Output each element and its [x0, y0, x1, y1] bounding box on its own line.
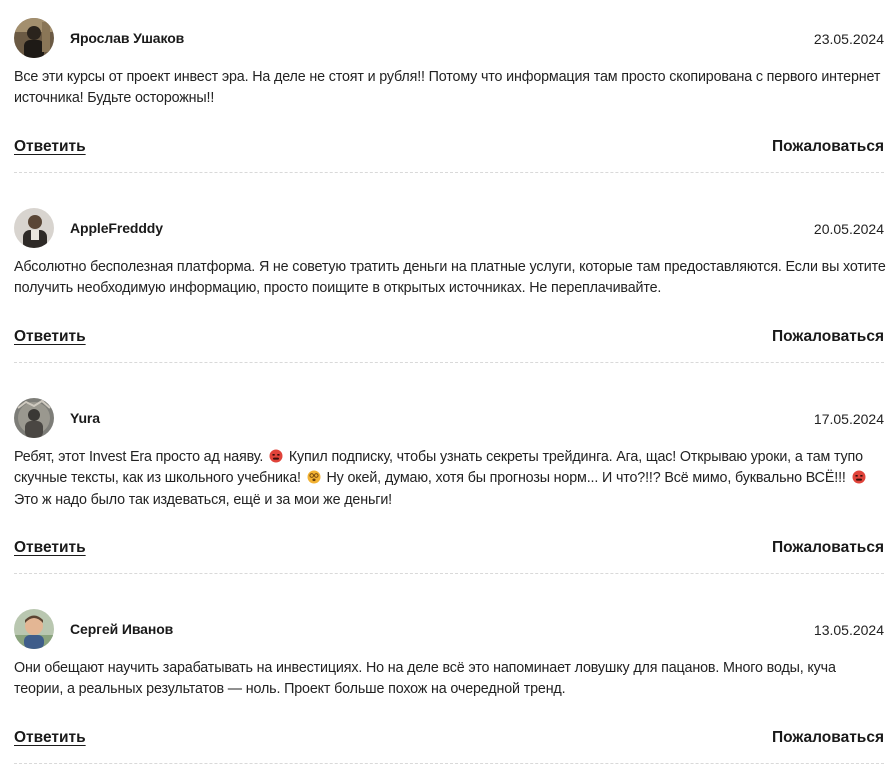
comments-list: Ярослав Ушаков 23.05.2024 Все эти курсы … — [0, 0, 895, 764]
comment-item: Ярослав Ушаков 23.05.2024 Все эти курсы … — [14, 18, 884, 178]
comment-text-part: Это ж надо было так издеваться, ещё и за… — [14, 491, 392, 508]
author-name: Yura — [70, 410, 100, 426]
comment-text-part: Ребят, этот Invest Era просто ад наяву. — [14, 449, 264, 465]
comment-divider — [14, 362, 884, 363]
avatar[interactable] — [14, 398, 54, 438]
comment-text: Они обещают научить зарабатывать на инве… — [14, 660, 836, 698]
angry-face-icon — [852, 470, 866, 484]
author-name: AppleFredddy — [70, 220, 163, 236]
author-name: Сергей Иванов — [70, 621, 174, 637]
avatar[interactable] — [14, 208, 54, 248]
comment-header: Ярослав Ушаков 23.05.2024 — [14, 18, 884, 58]
comment-text: Все эти курсы от проект инвест эра. На д… — [14, 69, 881, 107]
comment-header: Сергей Иванов 13.05.2024 — [14, 609, 884, 649]
comment-date: 13.05.2024 — [813, 622, 884, 638]
report-button[interactable]: Пожаловаться — [772, 729, 884, 747]
dizzy-face-icon — [307, 470, 321, 484]
comment-date: 20.05.2024 — [813, 221, 884, 237]
comment-item: AppleFredddy 20.05.2024 Абсолютно беспол… — [14, 208, 886, 368]
reply-button[interactable]: Ответить — [14, 729, 86, 747]
comment-header: AppleFredddy 20.05.2024 — [14, 208, 884, 248]
comment-date: 17.05.2024 — [813, 411, 884, 427]
reply-button[interactable]: Ответить — [14, 539, 86, 557]
comment-divider — [14, 573, 884, 574]
comment-actions: Ответить Пожаловаться — [14, 138, 884, 160]
comment-header: Yura 17.05.2024 — [14, 398, 884, 438]
author-name: Ярослав Ушаков — [70, 30, 185, 46]
avatar[interactable] — [14, 609, 54, 649]
reply-button[interactable]: Ответить — [14, 328, 86, 346]
comment-actions: Ответить Пожаловаться — [14, 328, 884, 350]
angry-face-icon — [269, 449, 283, 463]
comment-actions: Ответить Пожаловаться — [14, 539, 884, 561]
comment-actions: Ответить Пожаловаться — [14, 729, 884, 751]
comment-text: Абсолютно бесполезная платформа. Я не со… — [14, 259, 886, 297]
report-button[interactable]: Пожаловаться — [772, 328, 884, 346]
reply-button[interactable]: Ответить — [14, 138, 86, 156]
comment-text-part: Ну окей, думаю, хотя бы прогнозы норм...… — [326, 470, 846, 487]
comment-item: Сергей Иванов 13.05.2024 Они обещают нау… — [14, 609, 884, 764]
report-button[interactable]: Пожаловаться — [772, 138, 884, 156]
comment-divider — [14, 172, 884, 173]
avatar[interactable] — [14, 18, 54, 58]
comment-date: 23.05.2024 — [813, 31, 884, 47]
comment-text: Ребят, этот Invest Era просто ад наяву. … — [14, 447, 886, 511]
comment-item: Yura 17.05.2024 Ребят, этот Invest Era п… — [14, 398, 884, 578]
report-button[interactable]: Пожаловаться — [772, 539, 884, 557]
